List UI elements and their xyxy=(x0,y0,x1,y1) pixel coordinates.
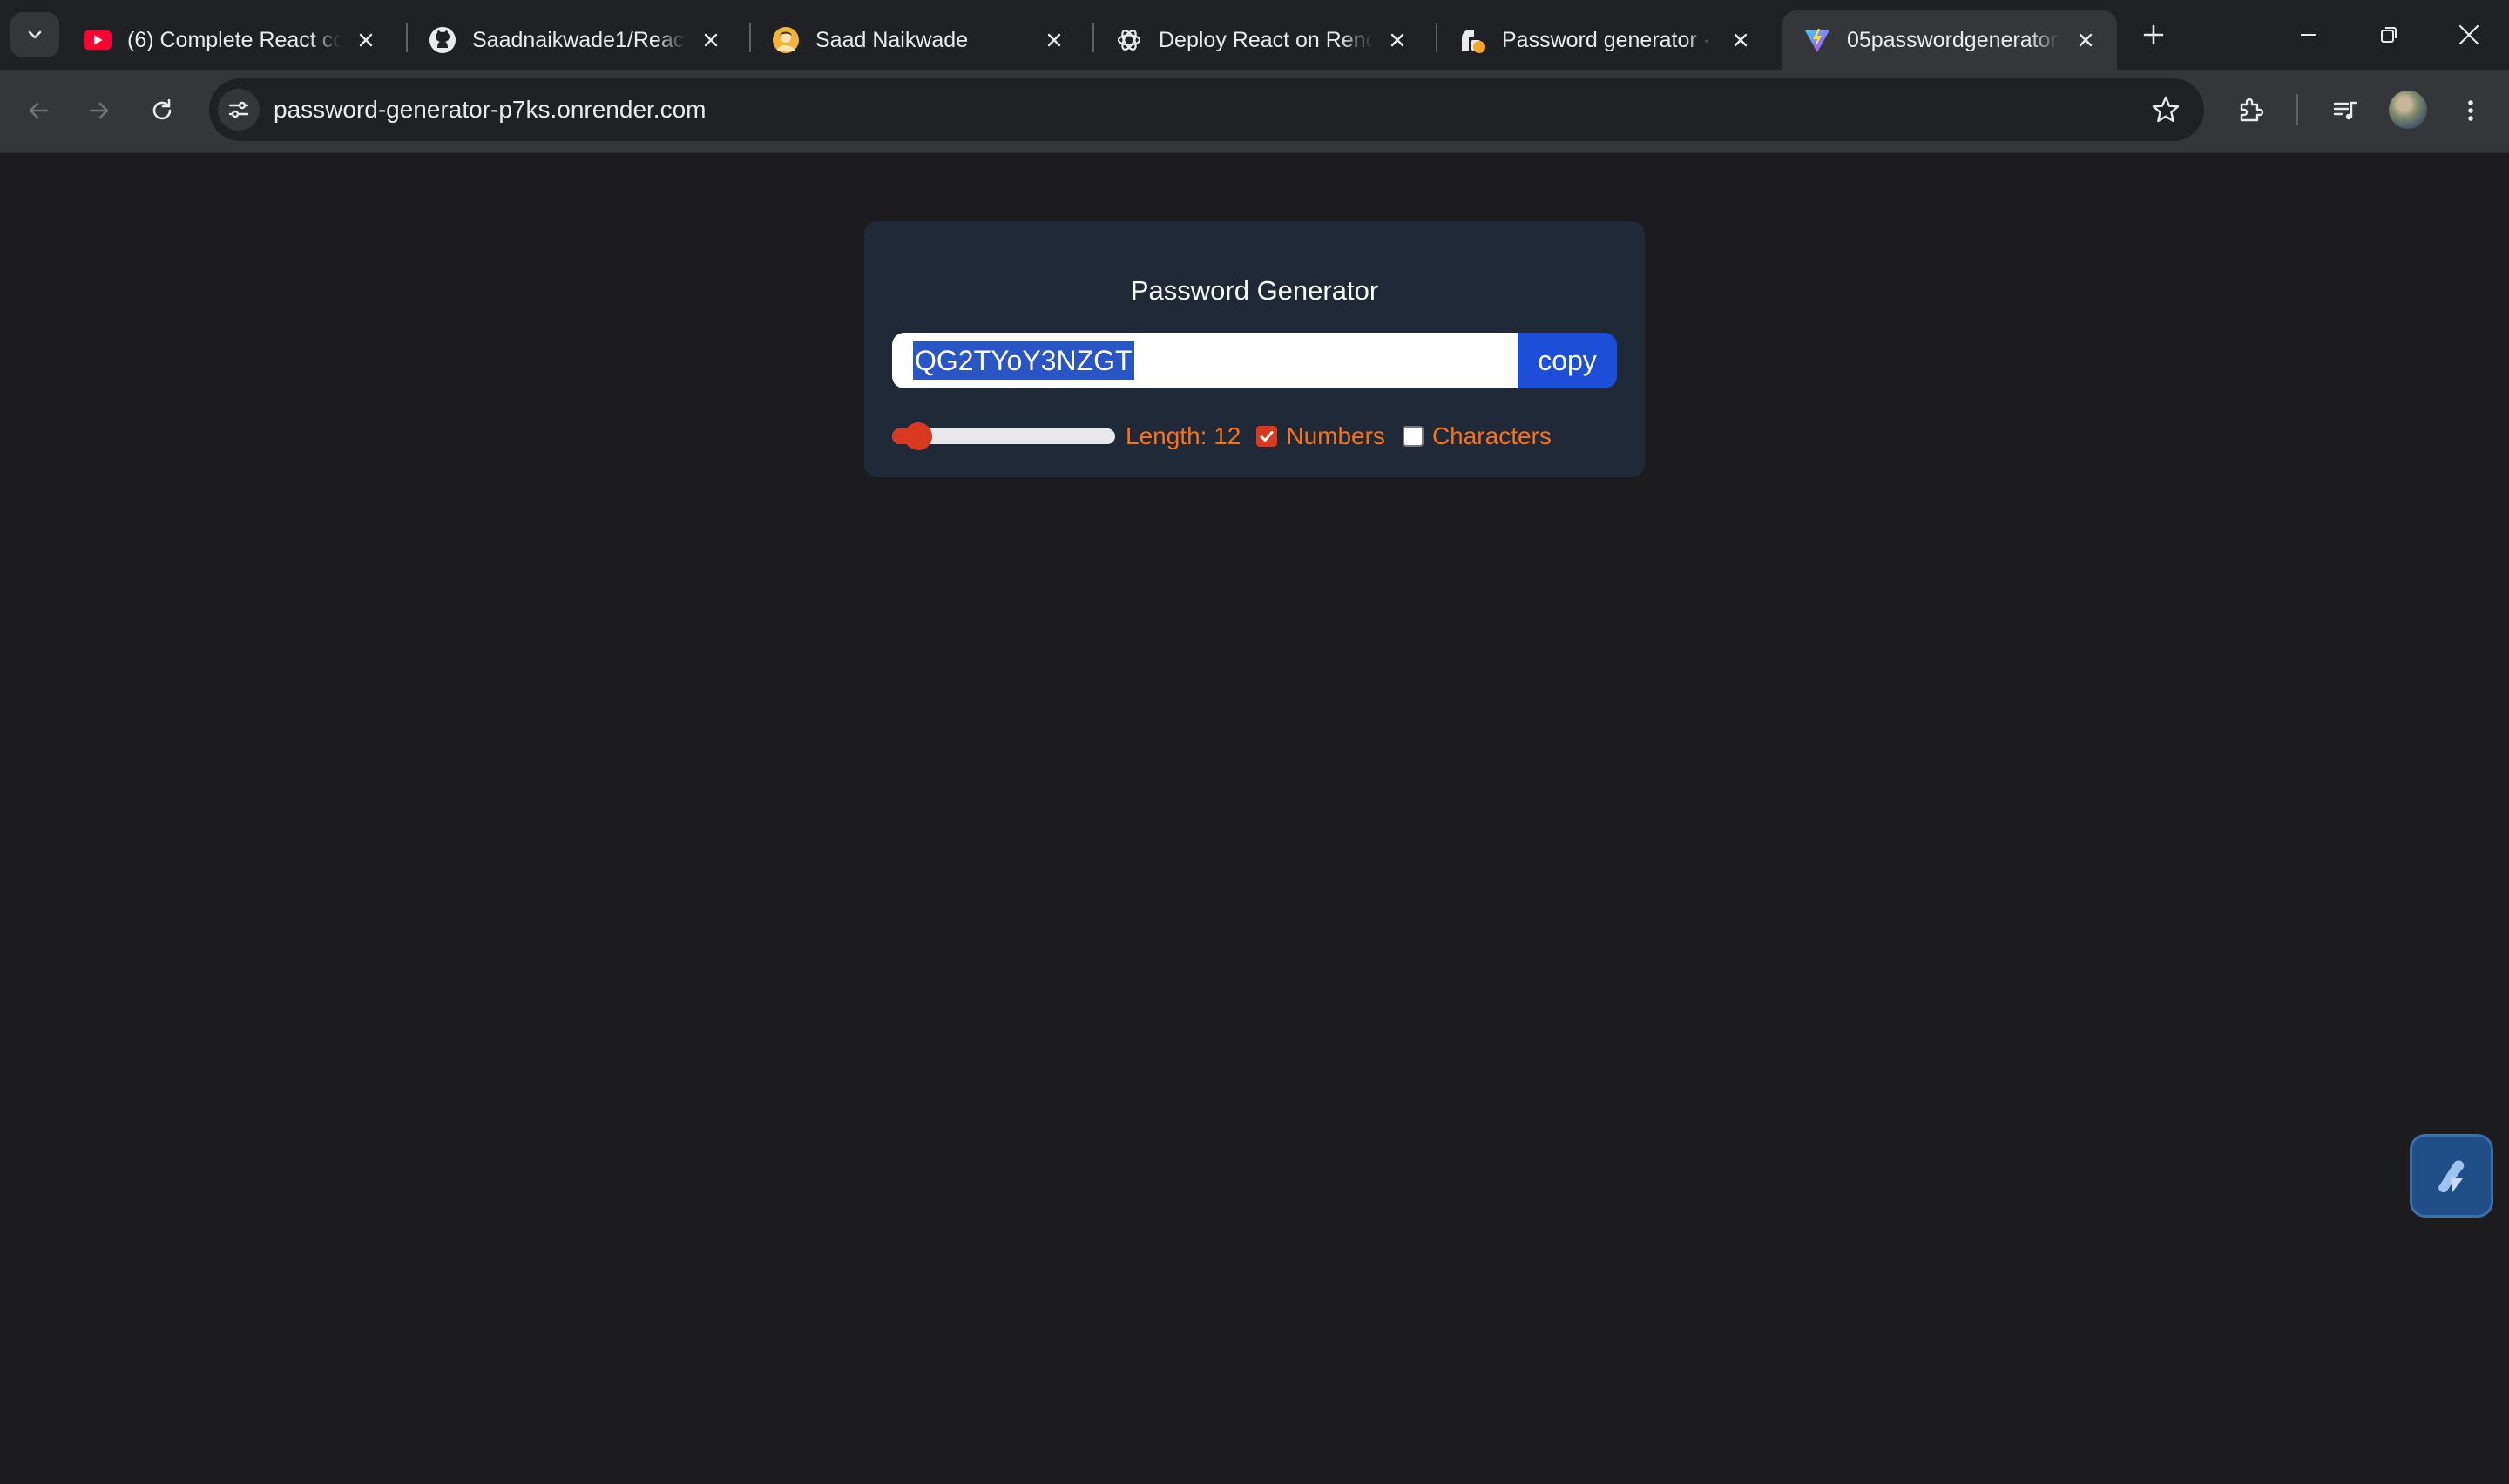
queue-music-icon xyxy=(2333,101,2357,120)
extensions-button[interactable] xyxy=(2228,88,2274,133)
youtube-icon xyxy=(84,26,112,54)
tab-title: Deploy React on Render xyxy=(1159,27,1373,52)
forward-button[interactable] xyxy=(77,88,122,133)
star-icon xyxy=(2152,96,2180,123)
numbers-checkbox[interactable] xyxy=(1256,426,1278,447)
browser-menu-button[interactable] xyxy=(2448,88,2493,133)
site-info-button[interactable] xyxy=(218,89,260,131)
length-slider[interactable] xyxy=(892,422,1115,450)
address-bar[interactable]: password-generator-p7ks.onrender.com xyxy=(209,78,2204,141)
avatar-emoji-icon xyxy=(772,26,800,54)
password-value: QG2TYoY3NZGT xyxy=(913,341,1134,380)
media-controls-button[interactable] xyxy=(2323,88,2368,133)
minimize-button[interactable] xyxy=(2270,12,2347,57)
back-button[interactable] xyxy=(16,88,61,133)
options-row: Length: 12 Numbers Characters xyxy=(892,415,1552,458)
tab-strip: (6) Complete React cou Saadnaikwade1/Rea… xyxy=(0,0,2509,70)
browser-toolbar: password-generator-p7ks.onrender.com xyxy=(0,70,2509,153)
restore-button[interactable] xyxy=(2350,12,2427,57)
copy-button[interactable]: copy xyxy=(1518,333,1617,388)
close-icon[interactable] xyxy=(1383,26,1411,54)
tab-youtube[interactable]: (6) Complete React cou xyxy=(63,10,397,70)
close-window-button[interactable] xyxy=(2431,12,2507,57)
tab-title: (6) Complete React cou xyxy=(127,27,342,52)
length-label: Length: 12 xyxy=(1126,422,1241,449)
tab-title: Password generator · S xyxy=(1502,27,1716,52)
toolbar-separator xyxy=(2296,94,2298,125)
tab-saad-naikwade[interactable]: Saad Naikwade xyxy=(751,10,1085,70)
tab-password-generator-render[interactable]: Password generator · S xyxy=(1437,10,1772,70)
close-icon[interactable] xyxy=(2072,26,2100,54)
puzzle-icon xyxy=(2240,98,2264,122)
new-tab-button[interactable] xyxy=(2136,17,2171,52)
more-vert-icon xyxy=(2468,100,2473,121)
page-title: Password Generator xyxy=(1130,275,1379,306)
tab-title: Saad Naikwade xyxy=(815,27,969,52)
profile-avatar[interactable] xyxy=(2389,91,2427,129)
length-slider-thumb[interactable] xyxy=(904,422,933,450)
close-icon xyxy=(2458,24,2479,45)
reload-icon xyxy=(152,98,172,120)
plus-icon xyxy=(2143,24,2164,45)
github-icon xyxy=(429,26,456,54)
close-icon[interactable] xyxy=(1727,26,1755,54)
openai-icon xyxy=(1115,26,1143,54)
tune-icon xyxy=(228,101,249,118)
close-icon[interactable] xyxy=(1040,26,1068,54)
lightning-slash-icon xyxy=(2438,1160,2465,1193)
tab-title: 05passwordgenerator xyxy=(1847,27,2058,52)
minimize-icon xyxy=(2301,34,2316,36)
password-input[interactable]: QG2TYoY3NZGT xyxy=(892,333,1518,388)
characters-label: Characters xyxy=(1431,422,1552,449)
close-icon[interactable] xyxy=(697,26,725,54)
arrow-right-icon xyxy=(89,102,109,119)
chevron-down-icon xyxy=(28,30,42,39)
numbers-label: Numbers xyxy=(1286,422,1385,449)
url-text: password-generator-p7ks.onrender.com xyxy=(274,96,707,123)
arrow-left-icon xyxy=(29,102,49,119)
tab-search-button[interactable] xyxy=(10,12,59,57)
tab-05passwordgenerator[interactable]: 05passwordgenerator xyxy=(1782,10,2117,70)
bookmark-star-button[interactable] xyxy=(2150,94,2181,125)
vite-icon xyxy=(1803,26,1831,54)
render-icon xyxy=(1458,26,1486,54)
characters-checkbox[interactable] xyxy=(1402,426,1424,447)
close-icon[interactable] xyxy=(352,26,380,54)
reload-button[interactable] xyxy=(139,88,185,133)
tab-github[interactable]: Saadnaikwade1/React xyxy=(408,10,742,70)
floating-extension-button[interactable] xyxy=(2410,1134,2493,1218)
checkmark-icon xyxy=(1260,431,1274,442)
tab-title: Saadnaikwade1/React xyxy=(472,27,686,52)
password-generator-card: Password Generator QG2TYoY3NZGT copy Len… xyxy=(864,221,1645,477)
restore-icon xyxy=(2381,27,2397,43)
tab-deploy-react[interactable]: Deploy React on Render xyxy=(1094,10,1429,70)
